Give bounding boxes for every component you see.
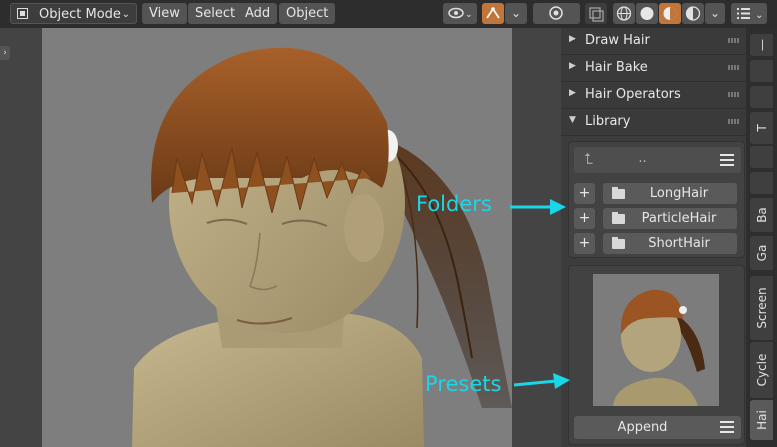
annotation-presets: Presets	[425, 372, 502, 396]
collapsed-arrow-icon: ▶	[569, 61, 576, 71]
mode-label: Object Mode	[39, 7, 121, 22]
sidebar-tabs: — T Ba Ga Screen Cycle Hai	[746, 28, 777, 447]
folder-particlehair[interactable]: ParticleHair	[603, 208, 737, 229]
menu-icon[interactable]	[720, 421, 734, 433]
panel-library[interactable]: ▼ Library	[561, 109, 746, 136]
path-label: ..	[638, 151, 647, 166]
drag-grip-icon[interactable]	[728, 65, 740, 70]
list-icon[interactable]: ⌄	[731, 3, 767, 24]
viewport-header: Object Mode ⌄ View Select Add Object ⌄ ⌄…	[0, 0, 777, 28]
tab-blank-4[interactable]	[750, 172, 773, 194]
wireframe-shading-icon[interactable]	[613, 3, 635, 24]
folder-icon	[612, 212, 625, 224]
tab-blank-3[interactable]	[750, 146, 773, 168]
viewport-margin-left: ›	[0, 28, 42, 447]
tab-t[interactable]: T	[750, 112, 773, 144]
folder-shorthair[interactable]: ShortHair	[603, 233, 737, 254]
add-folder-button-shorthair[interactable]: +	[574, 233, 595, 254]
xray-icon[interactable]	[585, 3, 607, 24]
library-folders-box: ⮤ .. + LongHair + ParticleHair + ShortHa…	[568, 141, 745, 258]
visibility-icon[interactable]: ⌄	[443, 3, 477, 24]
add-folder-button-particlehair[interactable]: +	[574, 208, 595, 229]
shading-options-chevron-icon[interactable]: ⌄	[705, 3, 725, 24]
panel-label: Draw Hair	[585, 33, 650, 48]
menu-object[interactable]: Object	[279, 3, 336, 24]
material-shading-icon[interactable]	[659, 3, 681, 24]
expanded-arrow-icon: ▼	[569, 115, 576, 125]
panel-hair-operators[interactable]: ▶ Hair Operators	[561, 82, 746, 109]
preset-thumbnail[interactable]	[593, 274, 719, 406]
tab-ga[interactable]: Ga	[750, 236, 773, 270]
tab-hai[interactable]: Hai	[750, 400, 773, 440]
path-bar[interactable]: ⮤ ..	[574, 147, 741, 173]
menu-select[interactable]: Select	[188, 3, 243, 24]
tab-blank-1[interactable]	[750, 60, 773, 82]
solid-shading-icon[interactable]	[636, 3, 658, 24]
drag-grip-icon[interactable]	[728, 92, 740, 97]
folder-icon	[612, 237, 625, 249]
panel-draw-hair[interactable]: ▶ Draw Hair	[561, 28, 746, 55]
tab-ba[interactable]: Ba	[750, 198, 773, 232]
svg-text:⌄: ⌄	[755, 10, 763, 21]
preset-thumbnail-image	[613, 289, 705, 406]
annotation-arrow-presets-icon	[513, 373, 570, 389]
collapsed-arrow-icon: ▶	[569, 88, 576, 98]
chevron-down-icon[interactable]: ⌄	[505, 3, 527, 24]
add-folder-button-longhair[interactable]: +	[574, 183, 595, 204]
drag-grip-icon[interactable]	[728, 119, 740, 124]
overlay-icon[interactable]	[533, 3, 580, 24]
annotation-arrow-folders-icon	[510, 199, 566, 215]
svg-text:⌄: ⌄	[465, 10, 473, 20]
menu-add[interactable]: Add	[238, 3, 278, 24]
tab-collapse[interactable]: —	[750, 34, 773, 56]
folder-icon	[612, 187, 625, 199]
panel-label: Hair Operators	[585, 87, 681, 102]
library-presets-box: Append	[568, 265, 745, 445]
menu-icon[interactable]	[720, 154, 734, 166]
tab-blank-2[interactable]	[750, 86, 773, 108]
panel-hair-bake[interactable]: ▶ Hair Bake	[561, 55, 746, 82]
gizmo-icon[interactable]	[482, 3, 504, 24]
append-button[interactable]: Append	[574, 416, 741, 439]
drag-grip-icon[interactable]	[728, 38, 740, 43]
panel-label: Hair Bake	[585, 60, 648, 75]
object-mode-icon	[17, 8, 28, 19]
annotation-folders: Folders	[416, 192, 492, 216]
tab-cycle[interactable]: Cycle	[750, 342, 773, 398]
panel-label: Library	[585, 114, 631, 129]
menu-view[interactable]: View	[142, 3, 187, 24]
collapsed-arrow-icon: ▶	[569, 34, 576, 44]
mode-selector[interactable]: Object Mode ⌄	[10, 3, 137, 24]
chevron-down-icon: ⌄	[121, 9, 130, 20]
tab-screen[interactable]: Screen	[750, 276, 773, 340]
toolbar-toggle-icon[interactable]: ›	[0, 46, 10, 60]
rendered-shading-icon[interactable]	[682, 3, 704, 24]
sidebar-panel: ▶ Draw Hair ▶ Hair Bake ▶ Hair Operators…	[561, 28, 746, 447]
folder-longhair[interactable]: LongHair	[603, 183, 737, 204]
